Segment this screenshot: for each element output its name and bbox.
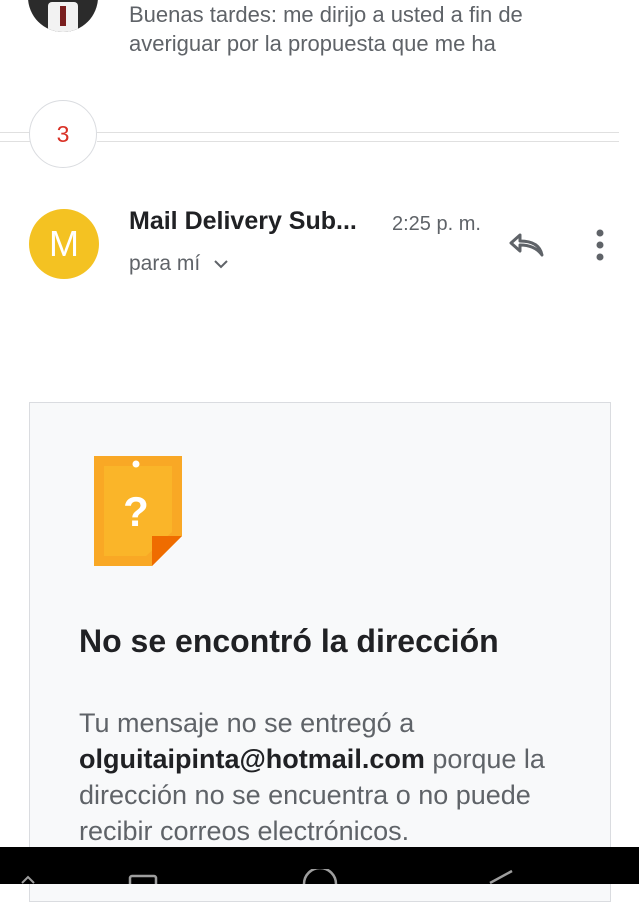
- home-icon[interactable]: [300, 869, 340, 884]
- sender-name[interactable]: Mail Delivery Sub...: [129, 207, 357, 236]
- svg-text:?: ?: [123, 488, 149, 535]
- collapsed-messages-row[interactable]: 3: [0, 100, 639, 176]
- recipient-label: para mí: [129, 252, 201, 275]
- more-options-button[interactable]: [588, 225, 612, 265]
- message-time: 2:25 p. m.: [392, 213, 481, 235]
- collapsed-divider-left: [0, 132, 30, 142]
- bounce-email-address[interactable]: olguitaipinta@hotmail.com: [79, 744, 425, 774]
- collapsed-divider-right: [97, 132, 619, 142]
- bounce-body-prefix: Tu mensaje no se entregó a: [79, 708, 415, 738]
- more-vert-icon: [596, 229, 604, 261]
- reply-icon: [509, 233, 544, 257]
- reply-button[interactable]: [506, 225, 546, 265]
- keyboard-hide-icon[interactable]: [18, 869, 52, 884]
- previous-message-snippet[interactable]: Buenas tardes: me dirijo a usted a fin d…: [129, 0, 609, 58]
- avatar-photo-tie: [60, 6, 66, 26]
- address-not-found-icon: ?: [94, 456, 182, 566]
- collapsed-count-badge[interactable]: 3: [29, 100, 97, 168]
- previous-sender-avatar[interactable]: [28, 0, 98, 32]
- system-navigation-bar: [0, 847, 639, 884]
- bounce-title: No se encontró la dirección: [79, 623, 499, 659]
- back-icon[interactable]: [486, 869, 516, 884]
- recent-apps-icon[interactable]: [128, 869, 158, 884]
- sender-avatar[interactable]: M: [29, 209, 99, 279]
- bounce-notice-card: ? No se encontró la dirección Tu mensaje…: [29, 402, 611, 902]
- bounce-body: Tu mensaje no se entregó a olguitaipinta…: [79, 705, 579, 849]
- chevron-down-icon: [214, 260, 228, 269]
- recipient-details-toggle[interactable]: para mí: [129, 252, 230, 276]
